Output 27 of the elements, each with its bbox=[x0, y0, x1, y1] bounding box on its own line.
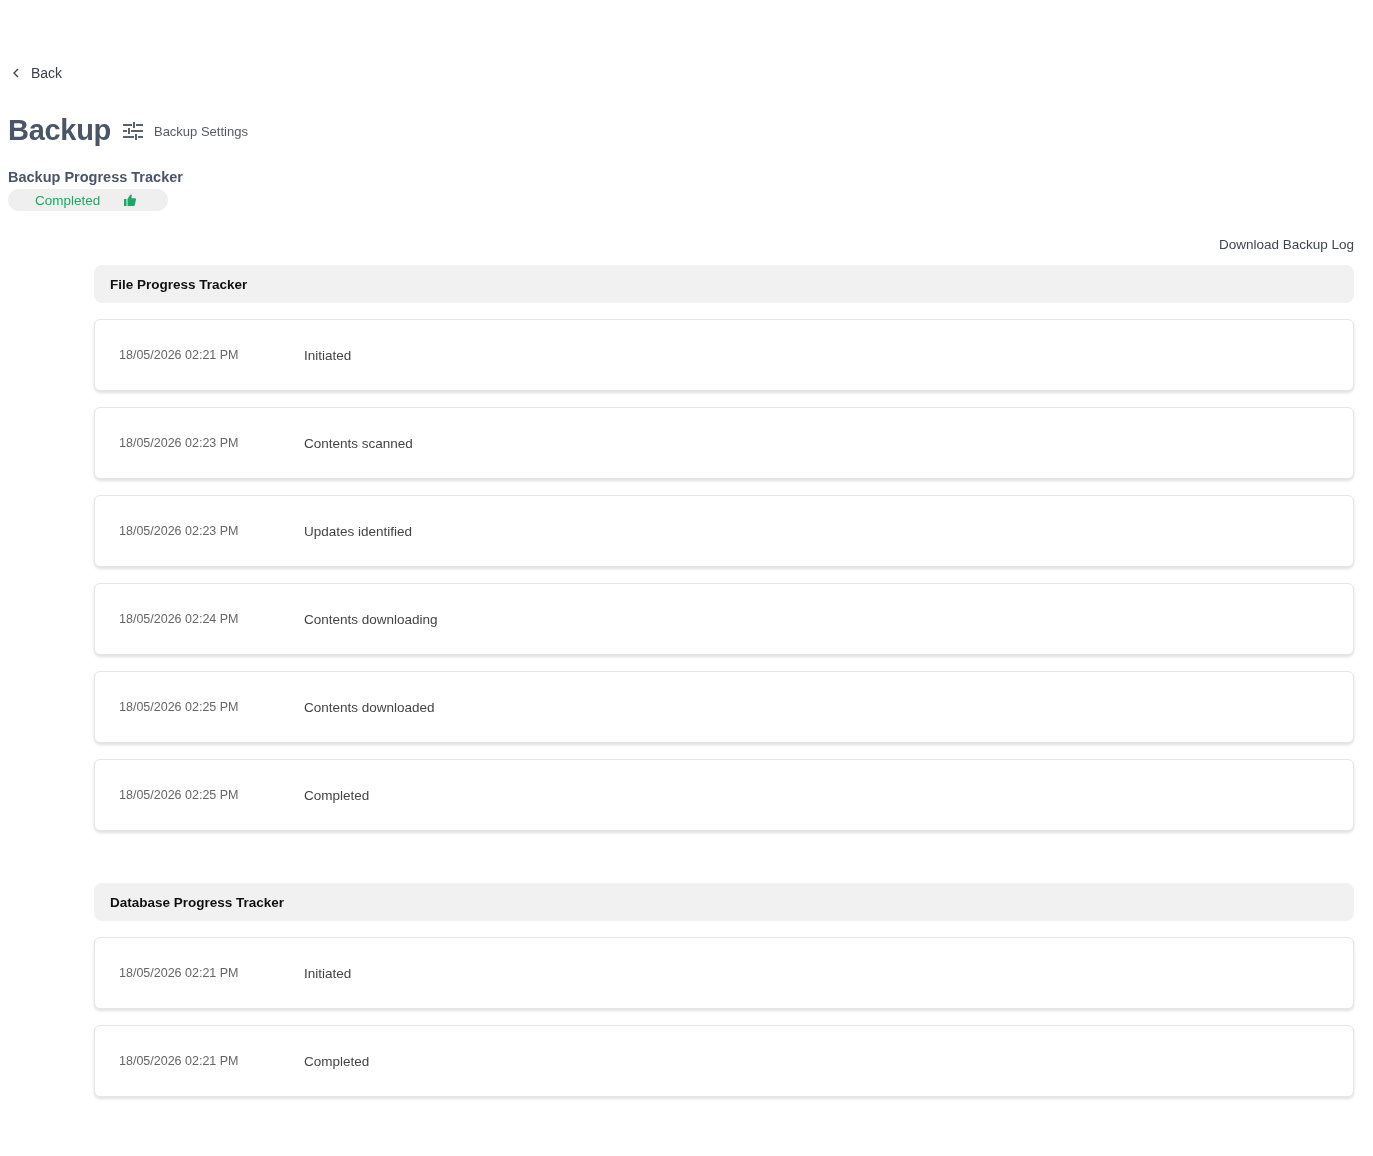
backup-settings-link[interactable]: Backup Settings bbox=[122, 121, 248, 141]
event-label: Initiated bbox=[304, 347, 352, 363]
event-time: 18/05/2026 02:21 PM bbox=[119, 966, 240, 980]
event-label: Completed bbox=[304, 787, 370, 803]
event-time: 18/05/2026 02:21 PM bbox=[119, 1054, 240, 1068]
tracker-title: Backup Progress Tracker bbox=[8, 168, 184, 186]
event-label: Contents scanned bbox=[304, 435, 413, 451]
event-time: 18/05/2026 02:23 PM bbox=[119, 524, 240, 538]
page-title: Backup bbox=[8, 113, 111, 148]
section-header: Database Progress Tracker bbox=[94, 883, 1354, 921]
event-label: Initiated bbox=[304, 965, 352, 981]
chevron-left-icon bbox=[13, 68, 19, 78]
thumbs-up-icon bbox=[124, 194, 137, 206]
event-time: 18/05/2026 02:21 PM bbox=[119, 348, 240, 362]
sliders-icon bbox=[122, 121, 143, 141]
download-log-link[interactable]: Download Backup Log bbox=[1218, 236, 1354, 254]
status-badge: Completed bbox=[8, 189, 168, 211]
event-time: 18/05/2026 02:23 PM bbox=[119, 436, 240, 450]
event-label: Completed bbox=[304, 1053, 370, 1069]
section-header: File Progress Tracker bbox=[94, 265, 1354, 303]
event-label: Contents downloading bbox=[304, 611, 438, 627]
event-time: 18/05/2026 02:24 PM bbox=[119, 612, 240, 626]
event-label: Updates identified bbox=[304, 523, 413, 539]
event-time: 18/05/2026 02:25 PM bbox=[119, 700, 240, 714]
event-label: Contents downloaded bbox=[304, 699, 435, 715]
back-link[interactable]: Back bbox=[13, 62, 63, 84]
event-time: 18/05/2026 02:25 PM bbox=[119, 788, 240, 802]
